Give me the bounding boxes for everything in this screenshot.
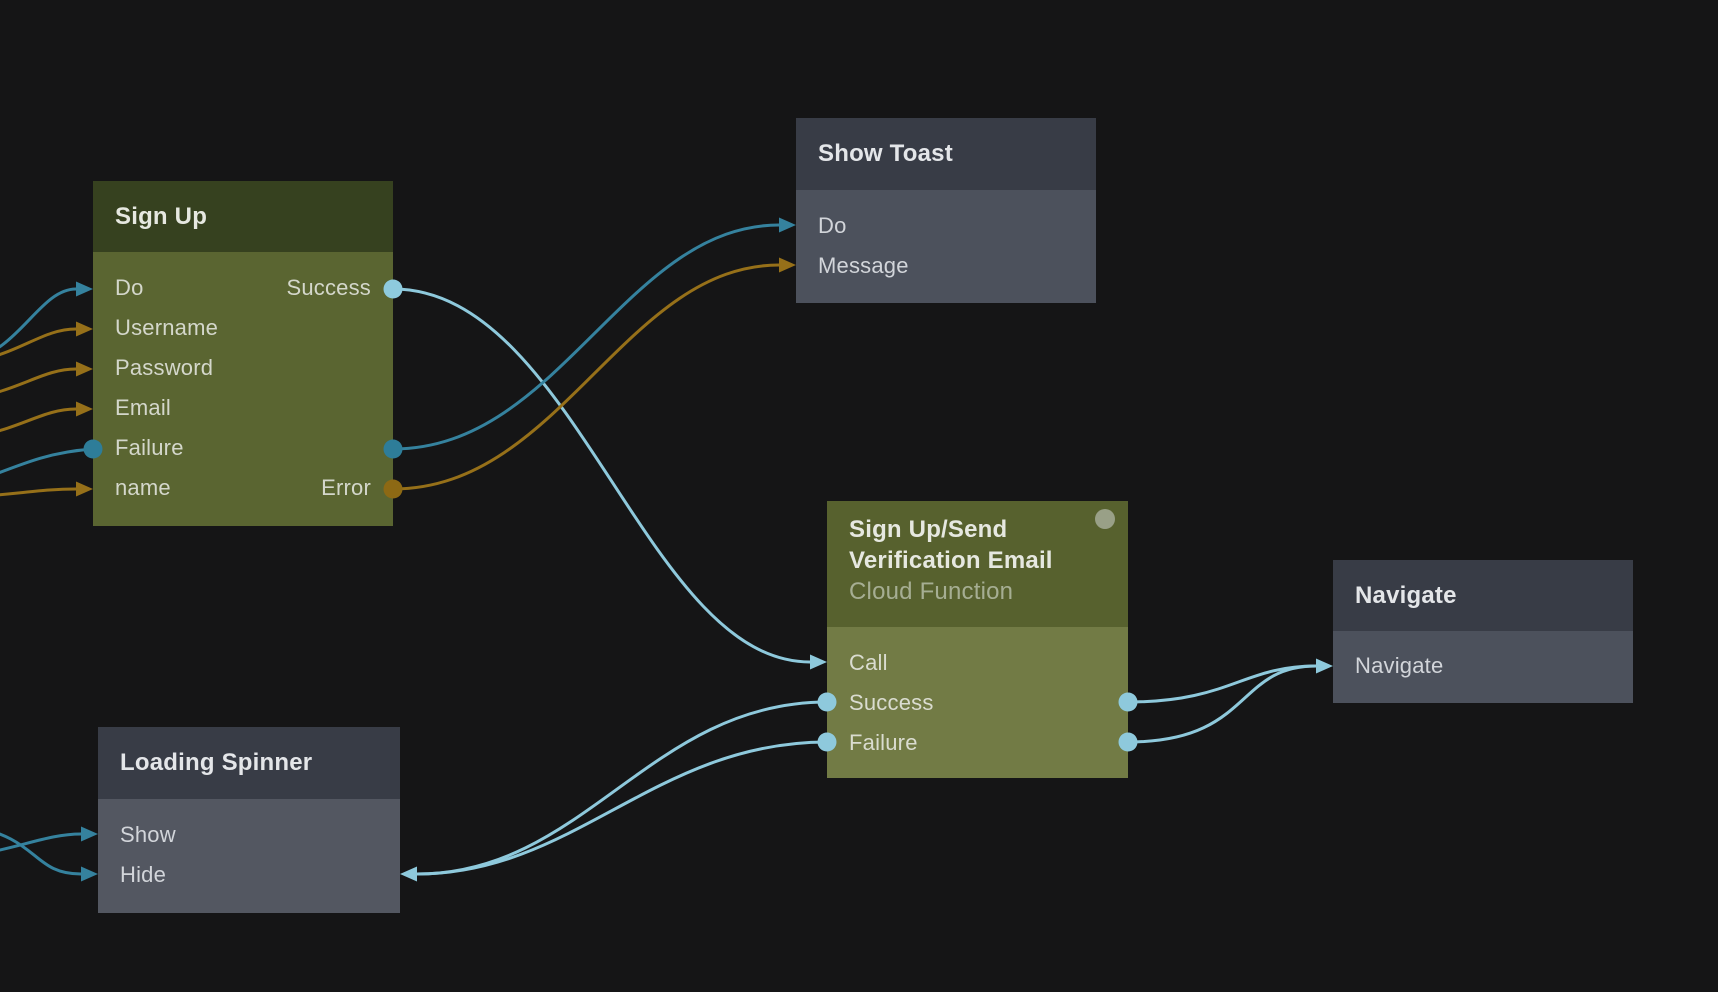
arrow-spinner-hide-input-right[interactable]	[400, 867, 417, 882]
port-row-show[interactable]: Show	[98, 815, 400, 855]
node-header[interactable]: Loading Spinner	[98, 727, 400, 799]
input-port-label: Password	[115, 355, 213, 381]
node-subtitle: Cloud Function	[849, 576, 1106, 608]
wire-into-signup-do[interactable]	[0, 289, 76, 360]
wire-into-signup-name[interactable]	[0, 489, 76, 497]
arrow-showtoast-message-input[interactable]	[779, 258, 796, 273]
port-row-failure[interactable]: Failure	[93, 428, 393, 468]
node-header[interactable]: Navigate	[1333, 560, 1633, 631]
port-row-navigate[interactable]: Navigate	[1333, 646, 1633, 686]
port-row-do[interactable]: Do Success	[93, 268, 393, 308]
wire-into-signup-username[interactable]	[0, 329, 76, 362]
output-port-label: Failure	[115, 435, 184, 461]
node-body: Navigate	[1333, 631, 1633, 703]
port-row-do[interactable]: Do	[796, 206, 1096, 246]
port-row-hide[interactable]: Hide	[98, 855, 400, 895]
input-port-label: Do	[115, 275, 144, 301]
arrow-signup-username-input[interactable]	[76, 322, 93, 337]
wire-cloudfunction-failure-to-spinner-hide[interactable]	[417, 742, 827, 874]
wire-signup-success-to-cloudfunction-call[interactable]	[393, 289, 810, 662]
arrow-spinner-show-input[interactable]	[81, 827, 98, 842]
node-body: Call Success Failure	[827, 627, 1128, 778]
input-port-label: Username	[115, 315, 218, 341]
input-port-label: Message	[818, 253, 909, 279]
node-title: Sign Up/Send Verification Email	[849, 514, 1106, 576]
port-row-call[interactable]: Call	[827, 643, 1128, 683]
status-dot-icon	[1095, 509, 1115, 529]
output-port-label: Success	[849, 690, 934, 716]
port-row-success[interactable]: Success	[827, 683, 1128, 723]
input-port-label: Email	[115, 395, 171, 421]
wire-cloudfunction-success-to-spinner-hide[interactable]	[417, 702, 827, 874]
wire-signup-error-to-showtoast-message[interactable]	[393, 265, 779, 489]
node-cloud-function[interactable]: Sign Up/Send Verification Email Cloud Fu…	[827, 501, 1128, 778]
port-row-name[interactable]: name Error	[93, 468, 393, 508]
wire-signup-failure-to-showtoast-do[interactable]	[393, 225, 779, 449]
node-loading-spinner[interactable]: Loading Spinner Show Hide	[98, 727, 400, 912]
node-graph-canvas[interactable]: Sign Up Do Success Username Password Ema…	[0, 0, 1718, 992]
port-row-password[interactable]: Password	[93, 348, 393, 388]
arrow-navigate-input[interactable]	[1316, 659, 1333, 674]
output-port-label: Success	[286, 275, 371, 301]
input-port-label: name	[115, 475, 171, 501]
wire-into-spinner-hide[interactable]	[0, 826, 81, 874]
arrow-signup-do-input[interactable]	[76, 282, 93, 297]
wire-cloudfunction-success-to-navigate[interactable]	[1128, 666, 1316, 702]
port-row-username[interactable]: Username	[93, 308, 393, 348]
node-header[interactable]: Sign Up	[93, 181, 393, 252]
node-header[interactable]: Show Toast	[796, 118, 1096, 190]
output-port-label: Error	[321, 475, 371, 501]
wire-into-spinner-show[interactable]	[0, 834, 81, 856]
port-row-email[interactable]: Email	[93, 388, 393, 428]
wire-signup-failure-offscreen-left[interactable]	[0, 449, 93, 484]
node-title: Sign Up	[115, 203, 207, 231]
node-navigate[interactable]: Navigate Navigate	[1333, 560, 1633, 703]
node-body: Show Hide	[98, 799, 400, 913]
output-port-label: Failure	[849, 730, 918, 756]
port-row-message[interactable]: Message	[796, 246, 1096, 286]
arrow-showtoast-do-input[interactable]	[779, 218, 796, 233]
wire-cloudfunction-failure-to-navigate[interactable]	[1128, 666, 1316, 742]
wire-into-signup-email[interactable]	[0, 409, 76, 437]
input-port-label: Show	[120, 822, 176, 848]
arrow-signup-email-input[interactable]	[76, 402, 93, 417]
node-body: Do Success Username Password Email Failu…	[93, 252, 393, 526]
input-port-label: Call	[849, 650, 888, 676]
node-body: Do Message	[796, 190, 1096, 303]
arrow-signup-name-input[interactable]	[76, 482, 93, 497]
arrow-cloudfunction-call-input[interactable]	[810, 655, 827, 670]
arrow-signup-password-input[interactable]	[76, 362, 93, 377]
wire-into-signup-password[interactable]	[0, 369, 76, 398]
node-title: Show Toast	[818, 140, 953, 168]
node-title: Loading Spinner	[120, 749, 312, 777]
node-header[interactable]: Sign Up/Send Verification Email Cloud Fu…	[827, 501, 1128, 627]
node-sign-up[interactable]: Sign Up Do Success Username Password Ema…	[93, 181, 393, 526]
input-port-label: Navigate	[1355, 653, 1443, 679]
node-title: Navigate	[1355, 582, 1457, 610]
input-port-label: Hide	[120, 862, 166, 888]
input-port-label: Do	[818, 213, 847, 239]
node-show-toast[interactable]: Show Toast Do Message	[796, 118, 1096, 302]
arrow-spinner-hide-input-left[interactable]	[81, 867, 98, 882]
port-row-failure[interactable]: Failure	[827, 723, 1128, 763]
